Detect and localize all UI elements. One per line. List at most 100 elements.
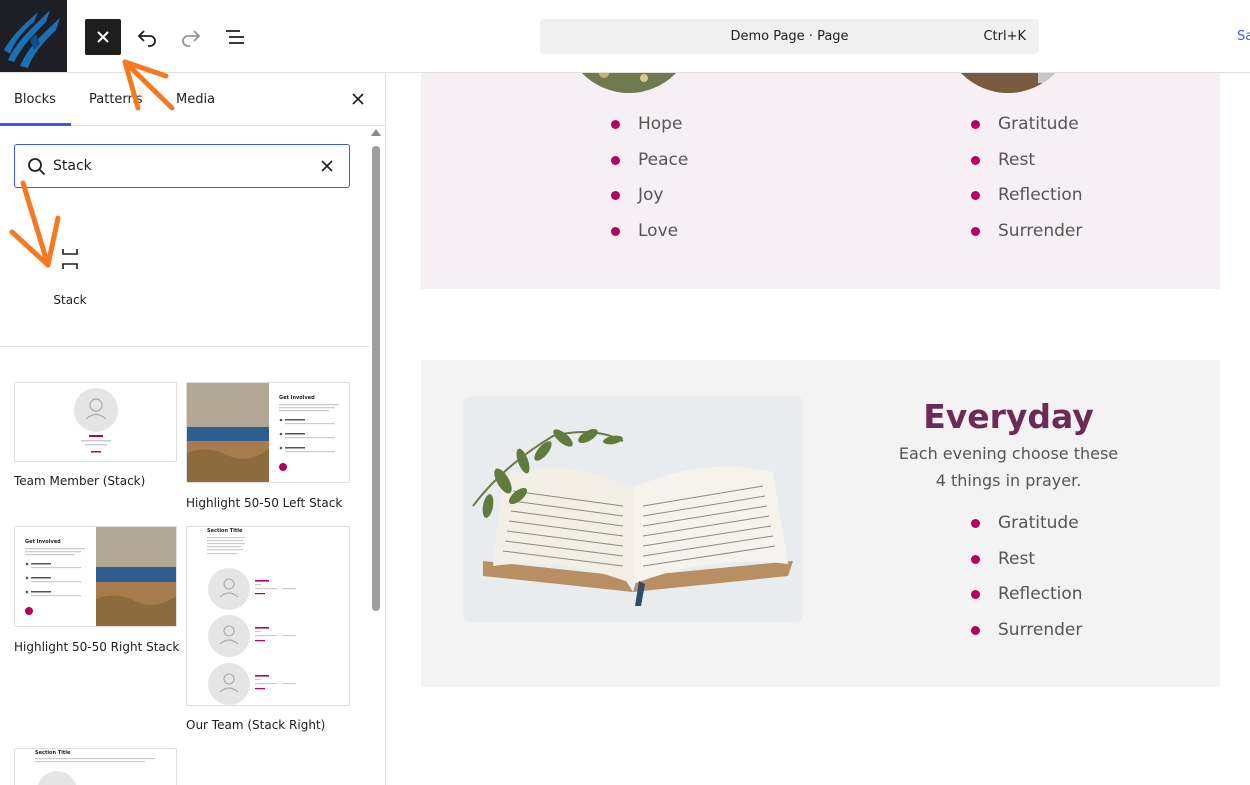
list-item: Reflection <box>971 185 1083 221</box>
editor-canvas: Hope Peace Joy Love Gratitude Rest Refle… <box>386 73 1250 785</box>
pattern-label: Highlight 50-50 Right Stack <box>14 640 180 654</box>
list-item-text: Reflection <box>998 185 1083 205</box>
bullet <box>971 191 980 200</box>
list-item-text: Rest <box>998 149 1036 170</box>
everyday-list: Gratitude Rest Reflection Surrender <box>971 513 1083 655</box>
stack-icon <box>62 249 78 269</box>
bullet <box>611 120 620 129</box>
bullet <box>611 191 620 200</box>
pattern-thumbnail: Get Involved <box>186 382 350 483</box>
thumb-heading: Get Involved <box>25 539 61 545</box>
list-item: Rest <box>971 150 1083 186</box>
tab-blocks[interactable]: Blocks <box>14 92 56 107</box>
tab-patterns[interactable]: Patterns <box>89 92 143 107</box>
pattern-thumbnail: Get Involved <box>14 526 177 627</box>
list-item-text: Reflection <box>998 584 1083 604</box>
list-item: Surrender <box>971 620 1083 656</box>
pattern-section-title-stack[interactable]: Section Title <box>14 748 177 785</box>
pattern-label: Highlight 50-50 Left Stack <box>186 496 343 510</box>
block-result-stack[interactable]: Stack <box>30 233 110 313</box>
site-logo[interactable] <box>0 0 67 72</box>
active-tab-indicator <box>0 123 71 126</box>
section-heading[interactable]: Everyday <box>881 397 1136 436</box>
thumb-heading: Section Title <box>35 750 71 756</box>
bullet <box>611 155 620 165</box>
subtext-line: Each evening choose these <box>898 444 1119 463</box>
close-icon <box>321 160 333 172</box>
list-item: Peace <box>611 150 688 186</box>
list-item-text: Gratitude <box>998 513 1079 533</box>
bullet <box>971 590 980 599</box>
pattern-label: Team Member (Stack) <box>14 474 146 488</box>
editor-toolbar: Demo Page · Page Ctrl+K Sa <box>0 0 1250 73</box>
bullet <box>971 155 980 165</box>
close-block-inserter-button[interactable] <box>85 19 121 55</box>
list-item-text: Gratitude <box>998 114 1079 134</box>
section-subtext[interactable]: Each evening choose these 4 things in pr… <box>881 440 1136 494</box>
bullet <box>971 625 980 635</box>
bullet <box>971 226 980 236</box>
bullet <box>971 554 980 564</box>
save-button[interactable]: Sa <box>1237 29 1250 44</box>
pattern-label: Our Team (Stack Right) <box>186 718 326 732</box>
list-item-text: Surrender <box>998 220 1083 241</box>
list-item: Joy <box>611 185 688 221</box>
list-item: Surrender <box>971 221 1083 257</box>
pattern-highlight-left-stack[interactable]: Get Involved Highlight 50-50 Left Stack <box>186 382 350 510</box>
list-item: Gratitude <box>971 114 1083 150</box>
pattern-team-member-stack[interactable]: Team Member (Stack) <box>14 382 177 488</box>
editor-app: Demo Page · Page Ctrl+K Sa Blocks Patter… <box>0 0 1250 785</box>
document-title: Demo Page · Page <box>730 29 849 44</box>
keyboard-shortcut: Ctrl+K <box>983 29 1026 44</box>
list-item: Gratitude <box>971 513 1083 549</box>
list-view-icon <box>226 30 244 44</box>
block-inserter-panel: Blocks Patterns Media Stack Stack Team M… <box>0 73 386 785</box>
list-item-text: Love <box>638 220 679 241</box>
circle-image-right[interactable] <box>943 73 1073 93</box>
scrollbar-thumb[interactable] <box>372 146 380 611</box>
tab-media[interactable]: Media <box>176 92 215 107</box>
clear-search-button[interactable] <box>317 156 337 176</box>
list-item: Love <box>611 221 688 257</box>
search-icon <box>28 158 46 176</box>
close-icon <box>352 93 364 105</box>
list-item: Rest <box>971 549 1083 585</box>
list-item: Hope <box>611 114 688 150</box>
pattern-thumbnail <box>14 382 177 462</box>
open-bible-image[interactable] <box>463 396 803 622</box>
pink-group-block[interactable]: Hope Peace Joy Love Gratitude Rest Refle… <box>421 73 1220 289</box>
list-item-text: Hope <box>638 114 683 134</box>
bullet <box>611 226 620 236</box>
pattern-our-team-stack-right[interactable]: Section Title Our Team (Stack Right) <box>186 526 350 732</box>
redo-button[interactable] <box>173 19 209 55</box>
list-item-text: Peace <box>638 149 689 170</box>
redo-icon <box>182 30 201 47</box>
pattern-thumbnail: Section Title <box>186 526 350 706</box>
pattern-highlight-right-stack[interactable]: Get Involved Highlight 50-50 Right Stack <box>14 526 180 654</box>
list-item-text: Surrender <box>998 619 1083 640</box>
block-result-label: Stack <box>53 293 87 307</box>
circle-image-left[interactable] <box>564 73 694 93</box>
list-left: Hope Peace Joy Love <box>611 114 688 256</box>
close-icon <box>97 31 109 43</box>
bullet <box>971 519 980 528</box>
list-right: Gratitude Rest Reflection Surrender <box>971 114 1083 256</box>
pattern-thumbnail: Section Title <box>14 748 177 785</box>
divider <box>0 346 369 347</box>
close-panel-button[interactable] <box>347 88 369 110</box>
undo-button[interactable] <box>129 19 165 55</box>
undo-icon <box>137 30 156 47</box>
inserter-tabs: Blocks Patterns Media <box>0 73 385 126</box>
subtext-line: 4 things in prayer. <box>935 471 1082 490</box>
search-input[interactable] <box>53 155 313 177</box>
bullet <box>971 120 980 129</box>
command-palette-button[interactable]: Demo Page · Page Ctrl+K <box>540 19 1039 54</box>
block-search <box>14 144 350 188</box>
list-item-text: Joy <box>638 185 664 205</box>
gray-group-block[interactable]: Everyday Each evening choose these 4 thi… <box>421 360 1220 687</box>
list-item: Reflection <box>971 584 1083 620</box>
list-item-text: Rest <box>998 548 1036 569</box>
document-overview-button[interactable] <box>217 19 253 55</box>
scroll-up-arrow-icon[interactable] <box>371 129 381 136</box>
thumb-heading: Section Title <box>207 528 243 534</box>
